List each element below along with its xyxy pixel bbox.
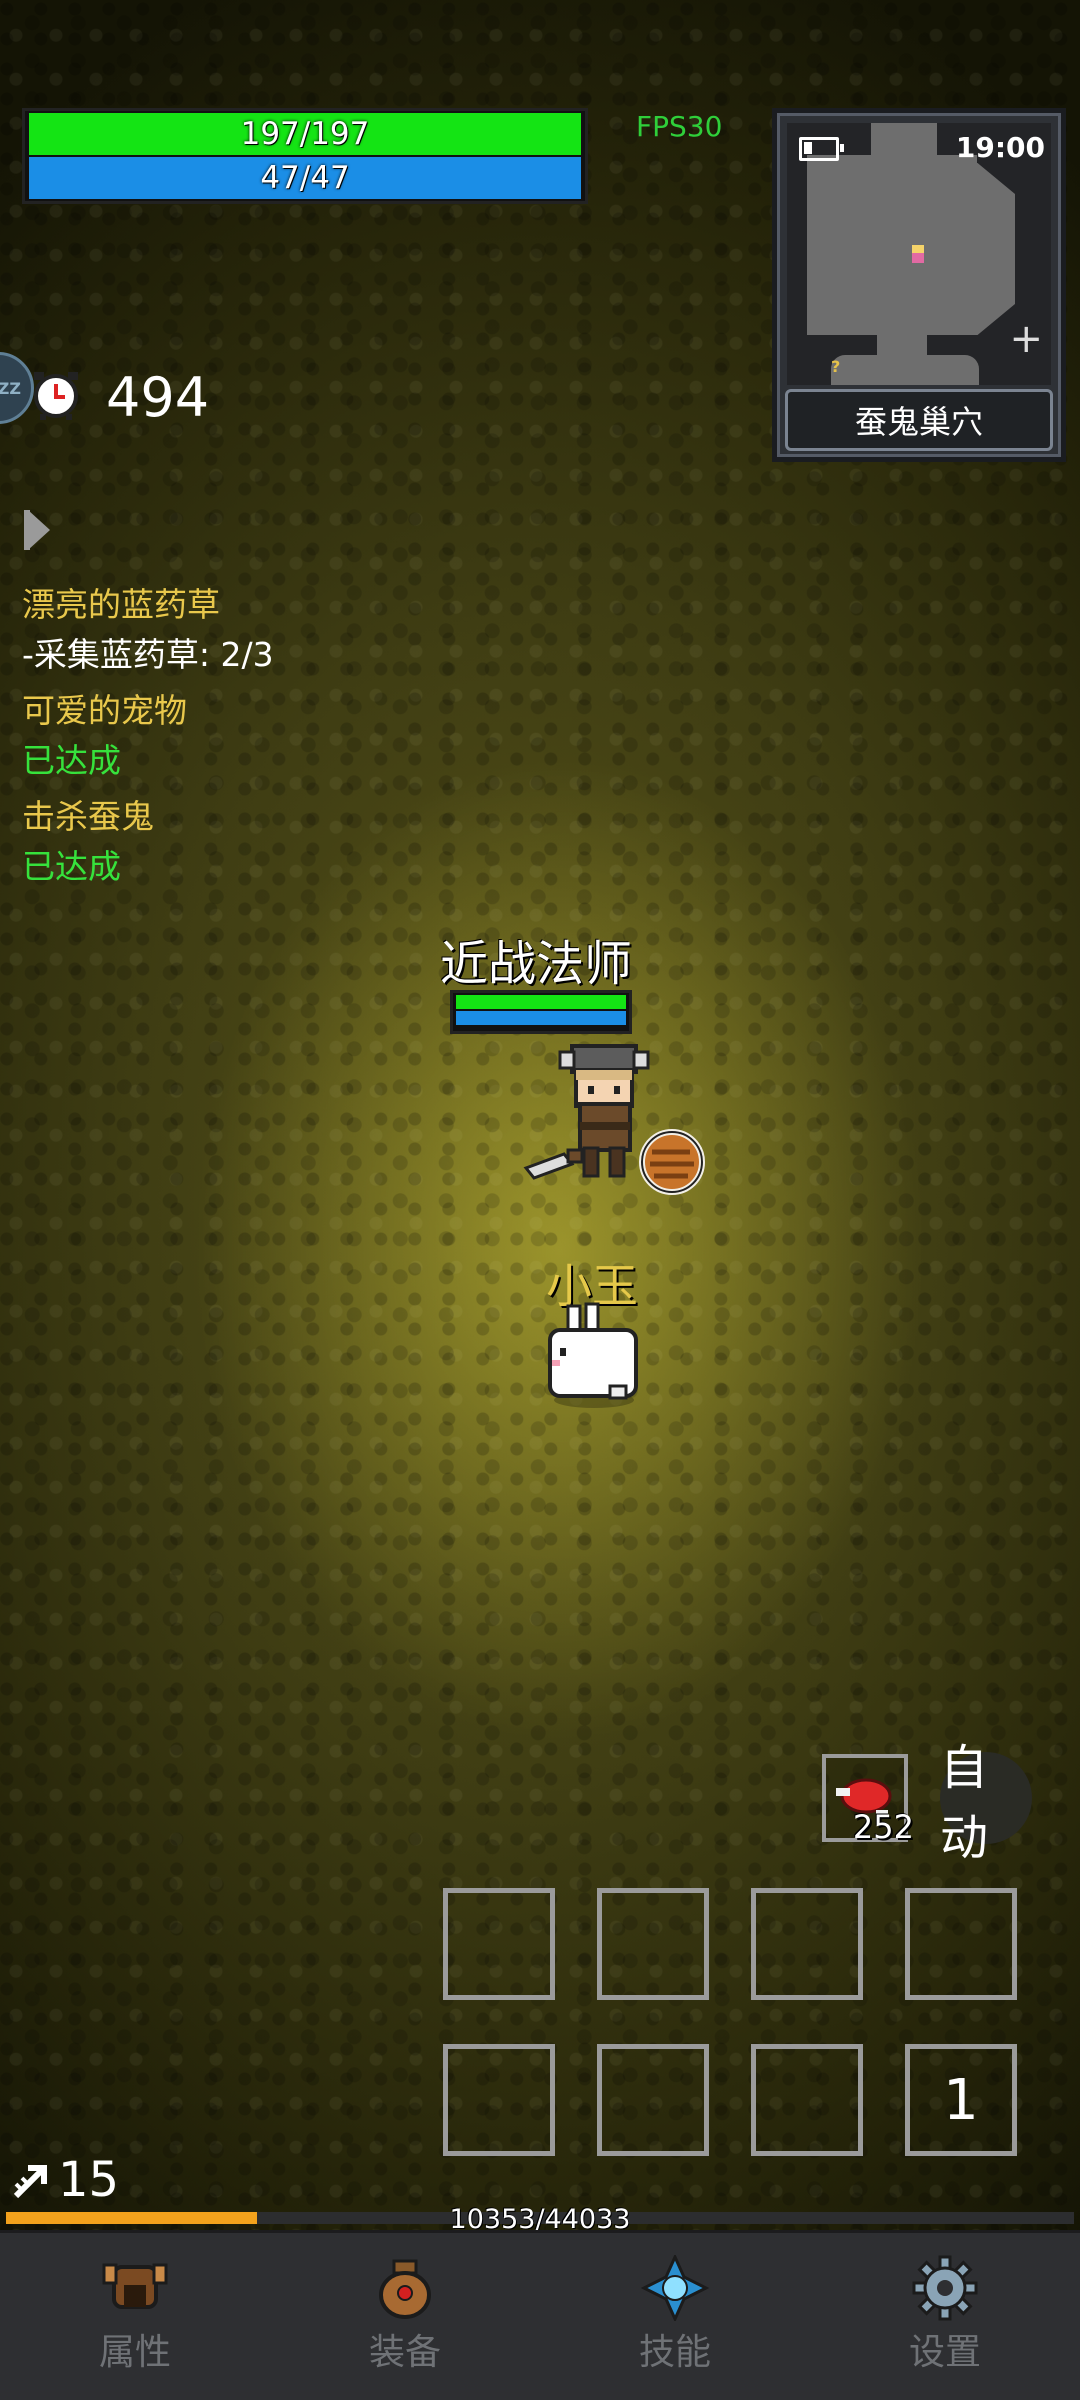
bag-icon (379, 2259, 431, 2319)
quest-title[interactable]: 可爱的宠物 (22, 686, 274, 736)
skill-slot[interactable] (597, 2044, 709, 2156)
nav-label: 技能 (638, 2332, 711, 2373)
rabbit-pet-sprite[interactable] (538, 1300, 648, 1410)
quest-list[interactable]: 漂亮的蓝药草 -采集蓝药草: 2/3 可爱的宠物 已达成 击杀蚕鬼 已达成 (22, 580, 274, 892)
skill-slot[interactable] (905, 1888, 1017, 2000)
nav-label: 装备 (368, 2332, 441, 2373)
quest-status: 已达成 (22, 847, 121, 886)
minimap-expand-icon[interactable]: + (1009, 319, 1043, 359)
hp-text: 197/197 (240, 116, 370, 152)
quest-title[interactable]: 漂亮的蓝药草 (22, 580, 274, 630)
level-arrow-icon (13, 2165, 47, 2199)
character-bars (450, 990, 632, 1034)
quest-detail: -采集蓝药草: 2/3 (22, 635, 274, 674)
hp-bar: 197/197 (29, 113, 581, 155)
minimap-floor (807, 163, 1015, 335)
nav-attributes[interactable]: 属性 (0, 2233, 270, 2400)
auto-battle-button[interactable]: 自动 (940, 1740, 1032, 1866)
skill-gem-icon (640, 2255, 710, 2321)
quick-item-slot[interactable]: 252 (822, 1754, 914, 1846)
nav-label: 属性 (98, 2332, 171, 2373)
skill-slot[interactable] (751, 1888, 863, 2000)
fps-counter: FPS30 (636, 110, 723, 143)
mp-text: 47/47 (260, 160, 350, 196)
nav-skills[interactable]: 技能 (540, 2233, 810, 2400)
minimap-quest-marker: ? (831, 357, 841, 376)
bottom-nav: 属性 装备 技能 设置 (0, 2230, 1080, 2400)
level-value: 15 (58, 2152, 120, 2208)
quest-status: 已达成 (22, 741, 121, 780)
level-indicator: 15 (12, 2152, 119, 2208)
sleep-badge[interactable]: ZZ (0, 352, 34, 424)
item-count: 252 (852, 1808, 914, 1846)
skill-slot[interactable] (597, 1888, 709, 2000)
quest-collapse-icon[interactable] (24, 510, 50, 550)
gear-icon (912, 2255, 978, 2321)
alarm-clock-icon (34, 372, 78, 420)
nav-equipment[interactable]: 装备 (270, 2233, 540, 2400)
battery-icon (799, 137, 844, 161)
minimap-floor (831, 355, 979, 385)
mp-bar: 47/47 (29, 157, 581, 199)
quest-title[interactable]: 击杀蚕鬼 (22, 792, 274, 842)
clock-time: 19:00 (955, 131, 1045, 164)
player-status-bars: 197/197 47/47 (22, 108, 588, 204)
skill-slot[interactable] (443, 2044, 555, 2156)
nav-label: 设置 (908, 2332, 981, 2373)
area-name: 蚕鬼巢穴 (785, 389, 1053, 451)
character-hp-bar (456, 995, 626, 1009)
skill-slot[interactable] (443, 1888, 555, 2000)
helmet-icon (102, 2263, 168, 2309)
character-mp-bar (456, 1011, 626, 1025)
timer-value: 494 (106, 366, 210, 429)
hero-sprite[interactable] (520, 1040, 720, 1210)
skill-slot[interactable] (751, 2044, 863, 2156)
character-name: 近战法师 (440, 936, 633, 992)
minimap[interactable]: 19:00 ? + 蚕鬼巢穴 (772, 108, 1066, 462)
skill-slot-page[interactable]: 1 (905, 2044, 1017, 2156)
nav-settings[interactable]: 设置 (810, 2233, 1080, 2400)
minimap-player-marker (912, 245, 924, 263)
